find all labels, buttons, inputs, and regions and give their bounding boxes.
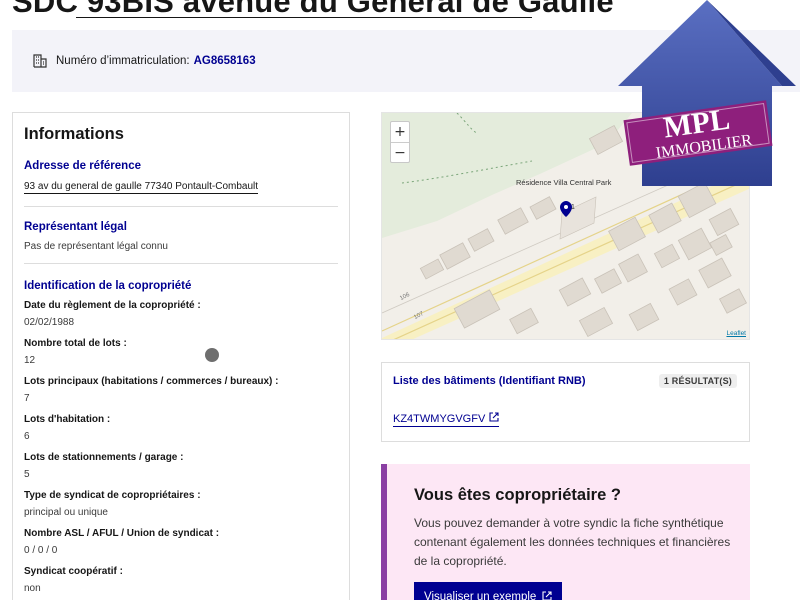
visualiser-exemple-button[interactable]: Visualiser un exemple [414,582,563,600]
representant-value: Pas de représentant légal connu [24,241,168,252]
field-value: 7 [24,393,30,404]
rnb-link-text: KZ4TWMYGVGFV [393,412,486,425]
immatriculation-label: Numéro d’immatriculation: [56,55,190,67]
field-label: Type de syndicat de copropriétaires : [24,490,201,501]
cta-label: Visualiser un exemple [424,591,537,600]
divider [24,263,338,264]
field-label: Lots principaux (habitations / commerces… [24,376,279,387]
informations-card: Informations Adresse de référence 93 av … [12,112,350,600]
leaflet-attribution-link[interactable]: Leaflet [726,330,746,337]
house-arrow-icon: MPL IMMOBILIER [618,0,796,186]
coproprietaire-heading: Vous êtes copropriétaire ? [414,486,621,504]
immatriculation-value: AG8658163 [193,55,256,67]
adresse-label: Adresse de référence [24,160,141,172]
map-place-label: Résidence Villa Central Park [516,178,612,187]
result-count-badge: 1 RÉSULTAT(S) [658,374,737,388]
zoom-in-button[interactable]: + [391,122,409,142]
coproprietaire-callout: Vous êtes copropriétaire ? Vous pouvez d… [381,464,750,600]
field-label: Lots d'habitation : [24,414,111,425]
mpl-immobilier-logo: MPL IMMOBILIER [614,0,800,190]
external-link-icon [489,412,499,425]
informations-heading: Informations [24,125,124,143]
external-link-icon [542,590,552,600]
field-value: principal ou unique [24,507,108,518]
title-underline [76,17,532,18]
field-value: 0 / 0 / 0 [24,545,58,556]
field-label: Syndicat coopératif : [24,566,123,577]
coproprietaire-text: Vous pouvez demander à votre syndic la f… [414,516,731,568]
representant-label: Représentant légal [24,221,127,233]
field-label: Nombre ASL / AFUL / Union de syndicat : [24,528,220,539]
rnb-building-link[interactable]: KZ4TWMYGVGFV [393,412,500,427]
identification-label: Identification de la copropriété [24,280,192,292]
adresse-link[interactable]: 93 av du general de gaulle 77340 Pontaul… [24,181,259,194]
field-value: 02/02/1988 [24,317,75,328]
mouse-cursor [205,348,219,362]
batiments-card: Liste des bâtiments (Identifiant RNB) 1 … [381,362,750,442]
field-value: 5 [24,469,30,480]
field-label: Lots de stationnements / garage : [24,452,184,463]
map-zoom-control: + − [390,121,410,163]
field-value: 6 [24,431,30,442]
map-marker-label: 1 [571,204,575,211]
building-icon [32,52,50,70]
zoom-out-button[interactable]: − [391,142,409,162]
field-label: Date du règlement de la copropriété : [24,300,201,311]
field-value: 12 [24,355,36,366]
field-label: Nombre total de lots : [24,338,127,349]
divider [24,206,338,207]
field-value: non [24,583,41,594]
